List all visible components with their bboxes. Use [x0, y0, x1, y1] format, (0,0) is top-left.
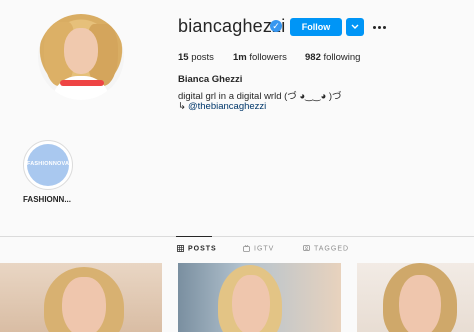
post-thumbnail[interactable]	[357, 263, 474, 332]
highlight-cover: FASHIONNOVA	[27, 144, 69, 186]
profile-page: biancaghezzi ✓ Follow 15 posts 1m follow…	[0, 0, 474, 332]
followers-label: followers	[249, 52, 287, 63]
highlight-logo-text: FASHIONNOVA	[27, 161, 70, 167]
more-options-icon[interactable]	[372, 19, 388, 35]
following-label: following	[323, 52, 361, 63]
highlight-label[interactable]: FASHIONN...	[14, 195, 80, 204]
post-thumbnail[interactable]	[178, 263, 341, 332]
tab-posts[interactable]: POSTS	[177, 245, 217, 252]
following-count: 982	[305, 52, 321, 63]
tab-tagged[interactable]: TAGGED	[303, 245, 349, 252]
bio-link[interactable]: @thebiancaghezzi	[188, 101, 266, 112]
follow-button[interactable]: Follow	[290, 18, 342, 36]
posts-count: 15	[178, 52, 189, 63]
followers-stat[interactable]: 1m followers	[233, 52, 287, 63]
tab-tagged-label: TAGGED	[314, 245, 350, 253]
posts-label: posts	[191, 52, 214, 63]
bio-link-line: ↳ @thebiancaghezzi	[178, 101, 266, 112]
active-tab-indicator	[176, 236, 212, 237]
grid-icon	[177, 245, 184, 252]
tab-igtv[interactable]: IGTV	[243, 245, 274, 252]
tab-igtv-label: IGTV	[254, 245, 275, 253]
tabs-divider	[0, 236, 474, 237]
bio-text: digital grl in a digital wrld (づ ◕‿‿◕ )づ	[178, 91, 342, 102]
verified-badge-icon: ✓	[270, 20, 282, 32]
igtv-icon	[243, 245, 250, 252]
chevron-down-icon	[351, 24, 359, 29]
story-highlight[interactable]: FASHIONNOVA	[23, 140, 73, 190]
profile-avatar[interactable]	[38, 14, 124, 100]
full-name: Bianca Ghezzi	[178, 74, 243, 85]
tag-icon	[303, 245, 310, 251]
tab-posts-label: POSTS	[188, 245, 217, 253]
post-thumbnail[interactable]	[0, 263, 162, 332]
following-stat[interactable]: 982 following	[305, 52, 360, 63]
suggested-accounts-button[interactable]	[346, 18, 364, 36]
posts-stat: 15 posts	[178, 52, 214, 63]
followers-count: 1m	[233, 52, 247, 63]
link-arrow: ↳	[178, 101, 186, 112]
